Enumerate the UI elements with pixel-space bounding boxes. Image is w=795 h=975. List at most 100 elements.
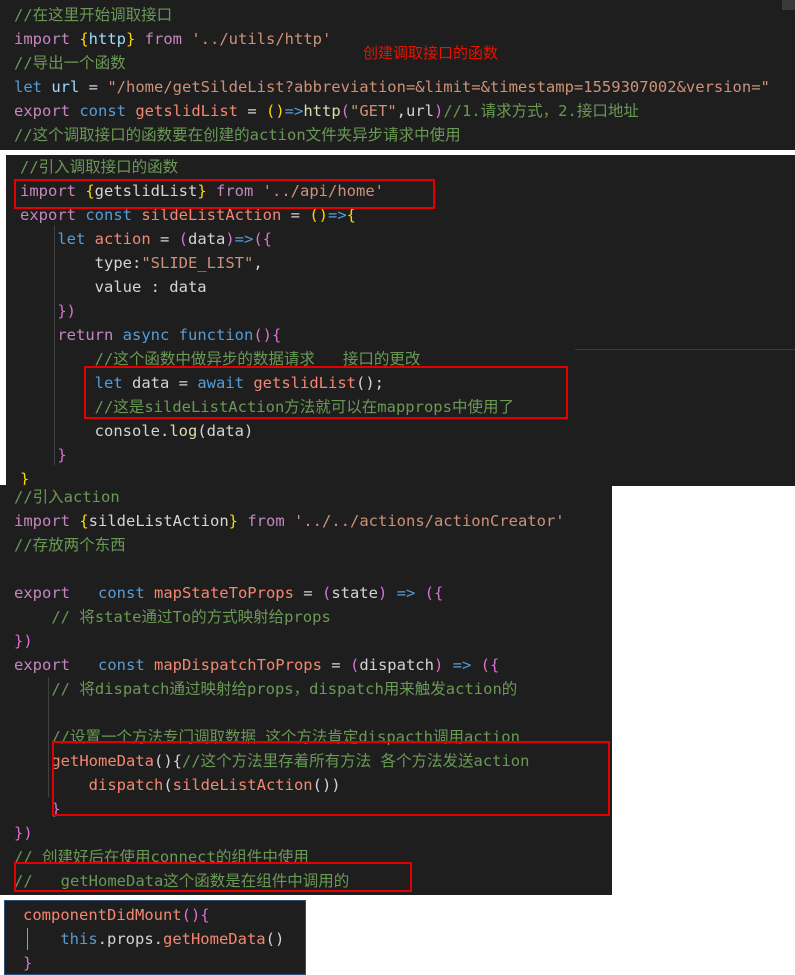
code-token: log [169,422,198,440]
code-token: { [79,512,89,530]
code-token: (data) [197,422,254,440]
code-panel-api: //在这里开始调取接口 import {http} from '../utils/… [0,0,795,150]
code-token: async [122,326,179,344]
code-token: dispatch [359,656,434,674]
code-token: => [234,230,254,248]
code-token: data [188,230,226,248]
code-line: //引入调取接口的函数 [20,155,178,179]
code-token: = [247,102,266,120]
code-line: }) [20,299,76,323]
code-token: export [14,584,80,602]
code-token: //存放两个东西 [14,536,126,554]
code-token: mapDispatchToProps [153,656,332,674]
code-token: //引入调取接口的函数 [20,158,179,176]
code-token: from [247,512,294,530]
code-token: ( [340,102,350,120]
code-token: this [23,930,98,948]
code-line: import {http} from '../utils/http' [14,27,331,51]
code-token: //导出一个函数 [14,54,126,72]
code-token: ) [434,102,444,120]
code-token: ,url [396,102,434,120]
code-token: mapStateToProps [153,584,304,602]
code-token: import [14,512,80,530]
code-token: () [265,930,285,948]
code-line: console.log(data) [20,419,254,443]
code-token: (){ [253,326,282,344]
annotation-create-function: 创建调取接口的函数 [363,44,499,62]
code-token: getHomeData [162,930,266,948]
code-token: // 将dispatch通过映射给props，dispatch用来触发actio… [14,680,518,698]
code-token: "SLIDE_LIST" [141,254,254,272]
code-token: , [253,254,263,272]
code-line: //这个调取接口的函数要在创建的action文件夹异步请求中使用 [14,123,461,147]
highlight-import-box [14,179,435,209]
code-token: "GET" [350,102,397,120]
code-token: let [20,230,95,248]
code-token: const [79,656,154,674]
code-token: } [228,512,248,530]
code-line: value : data [20,275,207,299]
code-token: "/home/getSildeList?abbreviation=&limit=… [107,78,770,96]
code-token: export [14,656,80,674]
code-token: => [284,102,304,120]
divider-line [575,349,795,350]
code-token: type: [20,254,142,272]
code-line: export const mapDispatchToProps = (dispa… [14,653,499,677]
code-line: // 将state通过To的方式映射给props [14,605,331,629]
code-token: '../../actions/actionCreator' [294,512,565,530]
code-token: function [178,326,254,344]
code-token: state [331,584,378,602]
code-token: //这个调取接口的函数要在创建的action文件夹异步请求中使用 [14,126,461,144]
code-token: = [88,78,108,96]
highlight-comment-box [14,862,412,892]
code-token: ) [377,584,397,602]
code-token: = [159,230,179,248]
code-token: //1.请求方式，2.接口地址 [443,102,639,120]
code-line: //存放两个东西 [14,533,126,557]
code-token: url [51,78,89,96]
code-token: ({ [424,584,444,602]
code-token: console. [20,422,170,440]
code-line: // 将dispatch通过映射给props，dispatch用来触发actio… [14,677,517,701]
code-line: //在这里开始调取接口 [14,3,172,27]
code-token: = [331,656,350,674]
code-token: }) [14,632,33,650]
code-token: => [396,584,425,602]
code-token: ) [433,656,453,674]
code-token: ( [321,584,332,602]
code-token: action [94,230,160,248]
code-line: //导出一个函数 [14,51,126,75]
code-line: type:"SLIDE_LIST", [20,251,263,275]
code-token: return [20,326,123,344]
code-token: { [79,30,89,48]
code-line: export const mapStateToProps = (state) =… [14,581,443,605]
code-token: } [20,470,30,486]
code-token: ) [225,230,235,248]
background-editor-strip [575,155,795,486]
code-token: ( [349,656,360,674]
code-line: let action = (data)=>({ [20,227,272,251]
code-token: value : data [20,278,207,296]
code-token: http [303,102,341,120]
code-token: () [265,102,285,120]
code-line: } [20,467,29,486]
code-token: } [20,446,67,464]
code-token: '../utils/http' [191,30,332,48]
code-token: = [303,584,322,602]
code-line: componentDidMount(){ [23,903,210,927]
scrollbar-thumb[interactable] [782,0,795,10]
code-line: import {sildeListAction} from '../../act… [14,509,565,533]
code-token: .props. [97,930,163,948]
code-token: } [23,954,33,972]
code-token: //在这里开始调取接口 [14,6,173,24]
code-token: //引入action [14,488,120,506]
code-token: ({ [253,230,273,248]
code-token: export [14,102,80,120]
code-panel-component: componentDidMount(){ this.props.getHomeD… [4,900,306,975]
code-token: let [14,78,52,96]
code-line: } [23,951,33,974]
code-line: return async function(){ [20,323,281,347]
code-token: }) [14,824,33,842]
highlight-await-box [84,366,568,419]
code-token: import [14,30,80,48]
